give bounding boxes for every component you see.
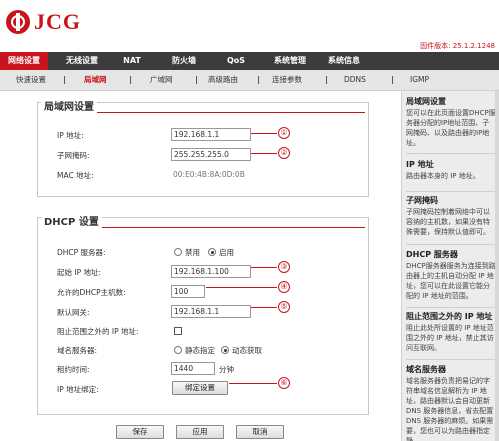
- lan-section-title: 局域网设置: [41, 98, 97, 113]
- dhcp-disable-radio[interactable]: [174, 248, 182, 256]
- dns-static-label: 静态指定: [185, 346, 215, 355]
- start-ip-input[interactable]: [171, 265, 251, 278]
- lease-time-unit: 分钟: [219, 365, 234, 374]
- subnav-divider: [130, 76, 131, 84]
- help-text-dns: 域名服务器负责把易记的字符串域名信息解析为 IP 地址，路由器默认会自动更新 D…: [406, 377, 494, 441]
- save-button[interactable]: 保存: [116, 425, 164, 439]
- help-text-mask: 子网掩码控制着网络中可以容纳的主机数，如果没有特殊需要，保持默认值即可。: [406, 208, 490, 236]
- callout-line: [229, 383, 277, 384]
- logo-icon: [6, 10, 30, 34]
- header: JCG 固件版本: 25.1.2.1248: [0, 0, 499, 50]
- apply-button[interactable]: 应用: [176, 425, 224, 439]
- dns-dynamic-label: 动态获取: [232, 346, 262, 355]
- callout-5: ⑤: [278, 301, 290, 313]
- subnav-quick-setup[interactable]: 快速设置: [16, 70, 46, 90]
- nav-network-settings[interactable]: 网络设置: [0, 52, 48, 70]
- callout-2: ②: [278, 147, 290, 159]
- main-nav: 网络设置 无线设置 NAT 防火墙 QoS 系统管理 系统信息: [0, 52, 499, 70]
- subnav-divider: [326, 76, 327, 84]
- dhcp-disable-label: 禁用: [185, 248, 200, 257]
- start-ip-label: 起始 IP 地址:: [57, 268, 102, 277]
- lease-time-label: 租约时间:: [57, 365, 90, 374]
- ip-address-input[interactable]: [171, 128, 251, 141]
- subnav-divider: [64, 76, 65, 84]
- max-hosts-input[interactable]: [171, 285, 205, 298]
- dns-static-radio[interactable]: [174, 346, 182, 354]
- block-outside-ip-label: 阻止范围之外的 IP 地址:: [57, 327, 139, 336]
- logo-text: JCG: [34, 9, 81, 34]
- dhcp-settings-section: DHCP 设置 DHCP 服务器: 禁用 启用 起始 IP 地址: 允许的DHC…: [37, 213, 369, 415]
- subnav-wan[interactable]: 广域网: [150, 70, 173, 90]
- nav-system-info[interactable]: 系统信息: [320, 52, 368, 70]
- dns-dynamic-radio[interactable]: [221, 346, 229, 354]
- subnav-divider: [196, 76, 197, 84]
- nav-nat[interactable]: NAT: [112, 52, 152, 70]
- ip-binding-label: IP 地址绑定:: [57, 385, 99, 394]
- help-text-ip: 路由器本身的 IP 地址。: [406, 172, 480, 180]
- help-divider: [406, 359, 496, 360]
- help-divider: [406, 307, 496, 308]
- callout-4: ④: [278, 281, 290, 293]
- help-title-mask: 子网掩码: [406, 196, 438, 205]
- help-title-dns: 域名服务器: [406, 365, 446, 374]
- ip-address-label: IP 地址:: [57, 131, 84, 140]
- dhcp-enable-label: 启用: [219, 248, 234, 257]
- callout-line: [251, 133, 277, 134]
- gateway-input[interactable]: [171, 305, 251, 318]
- subnet-mask-label: 子网掩码:: [57, 151, 90, 160]
- binding-settings-button[interactable]: 绑定设置: [172, 381, 228, 395]
- block-outside-ip-checkbox[interactable]: [174, 327, 182, 335]
- max-hosts-label: 允许的DHCP主机数:: [57, 288, 126, 297]
- help-title-ip: IP 地址: [406, 160, 434, 169]
- callout-line: [251, 153, 277, 154]
- subnav-advanced-routing[interactable]: 高级路由: [208, 70, 238, 90]
- help-title-lan: 局域网设置: [406, 97, 446, 106]
- callout-3: ③: [278, 261, 290, 273]
- help-title-dhcp: DHCP 服务器: [406, 250, 458, 259]
- help-divider: [406, 244, 496, 245]
- subnav-connection-params[interactable]: 连接参数: [272, 70, 302, 90]
- mac-address-label: MAC 地址:: [57, 171, 94, 180]
- help-divider: [406, 191, 496, 192]
- help-text-block: 阻止此处所设置的 IP 地址范围之外的 IP 地址，禁止其访问互联网。: [406, 324, 494, 352]
- dns-server-label: 域名服务器:: [57, 346, 98, 355]
- subnav-ddns[interactable]: DDNS: [344, 70, 366, 90]
- nav-wireless-settings[interactable]: 无线设置: [52, 52, 112, 70]
- subnav-igmp[interactable]: IGMP: [410, 70, 429, 90]
- help-text-lan: 您可以在此页面设置DHCP服务器分配的IP地址范围、子网掩码、以及路由器的IP地…: [406, 109, 496, 147]
- callout-line: [251, 307, 277, 308]
- help-sidebar: 局域网设置 您可以在此页面设置DHCP服务器分配的IP地址范围、子网掩码、以及路…: [401, 91, 499, 441]
- help-text-dhcp: DHCP服务器服务为连接到路由器上的主机自动分配 IP 地址，您可以在此设置它能…: [406, 262, 496, 300]
- subnav-lan[interactable]: 局域网: [84, 70, 107, 90]
- callout-1: ①: [278, 127, 290, 139]
- gateway-label: 默认网关:: [57, 308, 90, 317]
- mac-address-value: 00:E0:4B:8A:0D:0B: [173, 170, 245, 179]
- dhcp-enable-radio[interactable]: [208, 248, 216, 256]
- subnav-divider: [392, 76, 393, 84]
- help-title-block: 阻止范围之外的 IP 地址: [406, 312, 493, 321]
- help-divider: [406, 153, 496, 154]
- nav-system-management[interactable]: 系统管理: [266, 52, 314, 70]
- brand-logo: JCG: [6, 7, 81, 37]
- subnet-mask-input[interactable]: [171, 148, 251, 161]
- lan-settings-section: 局域网设置 IP 地址: 子网掩码: MAC 地址: 00:E0:4B:8A:0…: [37, 98, 369, 197]
- callout-6: ⑥: [278, 377, 290, 389]
- subnav-divider: [258, 76, 259, 84]
- dhcp-server-label: DHCP 服务器:: [57, 248, 106, 257]
- callout-line: [251, 267, 277, 268]
- nav-qos[interactable]: QoS: [218, 52, 254, 70]
- firmware-version: 固件版本: 25.1.2.1248: [420, 42, 495, 50]
- cancel-button[interactable]: 取消: [236, 425, 284, 439]
- dhcp-section-title: DHCP 设置: [41, 213, 102, 228]
- sub-nav: 快速设置 局域网 广域网 高级路由 连接参数 DDNS IGMP: [0, 70, 499, 91]
- sidebar-scrollbar[interactable]: [495, 91, 499, 441]
- content-area: 局域网设置 IP 地址: 子网掩码: MAC 地址: 00:E0:4B:8A:0…: [0, 91, 401, 441]
- nav-firewall[interactable]: 防火墙: [160, 52, 208, 70]
- callout-line: [206, 287, 277, 288]
- lease-time-input[interactable]: [171, 362, 215, 375]
